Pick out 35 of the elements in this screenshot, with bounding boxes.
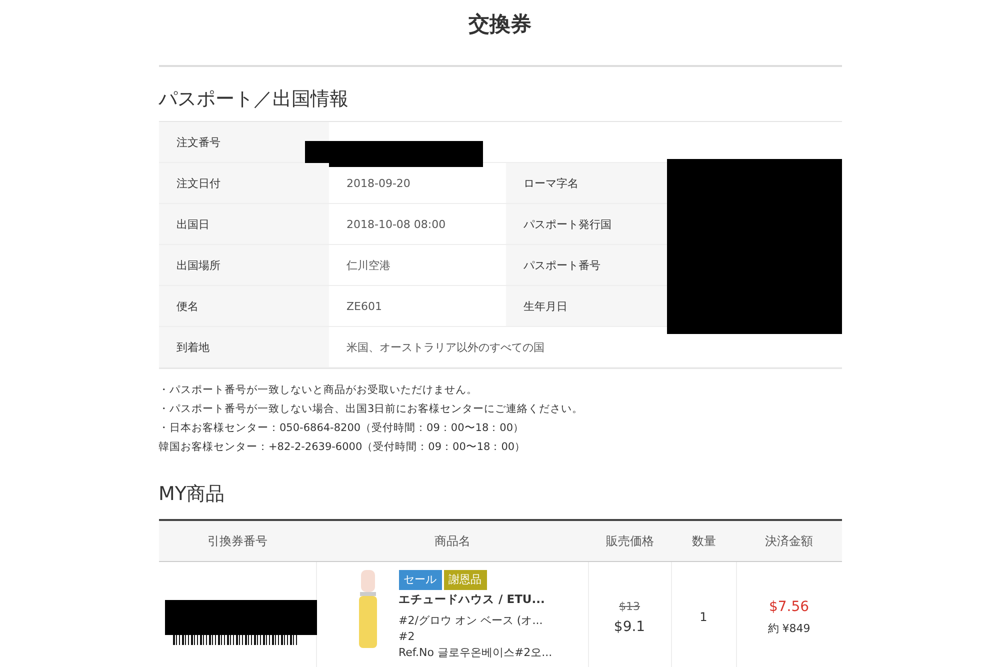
column-header: 数量	[672, 521, 736, 562]
barcode-icon	[172, 635, 298, 645]
field-label: ローマ字名	[506, 163, 666, 204]
field-label: パスポート番号	[506, 245, 666, 286]
field-value: 米国、オーストラリア以外のすべての国	[328, 327, 842, 368]
notice-text: ・パスポート番号が一致しない場合、出国3日前にお客様センターにご連絡ください。	[158, 402, 584, 417]
field-label: 便名	[158, 286, 328, 327]
product-option: #2	[398, 629, 552, 645]
field-label: 到着地	[158, 327, 328, 368]
column-header: 決済金額	[736, 521, 842, 562]
field-label: 出国場所	[158, 245, 328, 286]
field-label: 注文番号	[158, 122, 328, 163]
product-brand: エチュードハウス / ETU...	[398, 591, 546, 607]
tag-label: 謝恩品	[444, 570, 486, 590]
product-ref: Ref.No 글로우온베이스#2오...	[398, 645, 552, 661]
field-label: 生年月日	[506, 286, 666, 327]
notice-text: 韓国お客様センター：+82-2-2639-6000（受付時間：09：00〜18：00）	[158, 440, 527, 455]
quantity: 1	[700, 610, 708, 624]
product-name: #2/グロウ オン ベース (オ...	[398, 613, 544, 629]
section-heading: MY商品	[158, 482, 226, 507]
column-header: 商品名	[316, 521, 588, 562]
field-label: パスポート発行国	[506, 204, 666, 245]
page-title: 交換券	[158, 0, 842, 67]
sale-price: $9.1	[614, 618, 646, 634]
column-header: 引換券番号	[158, 521, 316, 562]
section-heading: パスポート／出国情報	[158, 87, 350, 112]
paid-amount: $7.56	[768, 598, 810, 614]
paid-yen-amount: 約 ¥849	[768, 620, 810, 636]
field-label: 注文日付	[158, 163, 328, 204]
field-label: 出国日	[158, 204, 328, 245]
tag-label: セール	[398, 570, 442, 590]
notice-text: ・日本お客様センター：050-6864-8200（受付時間：09：00〜18：00）	[158, 421, 526, 436]
original-price: $13	[619, 600, 640, 612]
column-header: 販売価格	[588, 521, 672, 562]
notice-text: ・パスポート番号が一致しないと商品がお受取いただけません。	[158, 383, 478, 398]
